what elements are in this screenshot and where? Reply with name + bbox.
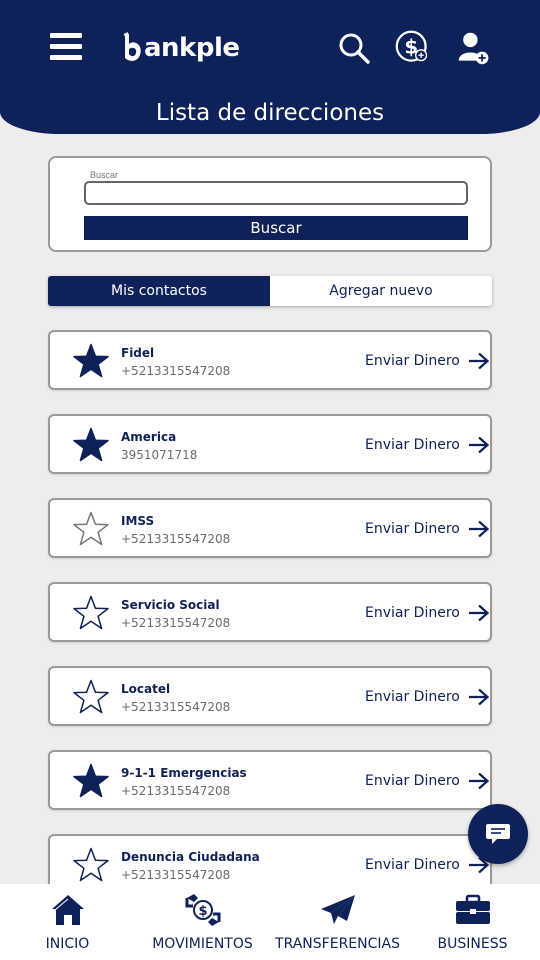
search-input[interactable] bbox=[84, 181, 468, 205]
contact-phone: +5213315547208 bbox=[121, 616, 231, 630]
favorite-star-icon[interactable] bbox=[72, 511, 110, 547]
nav-inicio-label: INICIO bbox=[45, 936, 90, 952]
send-money-label: Enviar Dinero bbox=[365, 773, 460, 789]
contact-name: Servicio Social bbox=[121, 598, 220, 612]
paper-plane-icon bbox=[320, 895, 355, 924]
send-money-button[interactable]: Enviar Dinero bbox=[365, 352, 490, 370]
contact-card[interactable]: Fidel +5213315547208 Enviar Dinero bbox=[48, 330, 492, 390]
tab-mis-contactos[interactable]: Mis contactos bbox=[48, 276, 270, 306]
nav-movimientos[interactable]: $ MOVIMIENTOS bbox=[135, 884, 270, 960]
favorite-star-icon[interactable] bbox=[72, 847, 110, 883]
chat-button[interactable] bbox=[468, 804, 528, 864]
app-header: ankple $ Lista de direcciones bbox=[0, 0, 540, 134]
contact-card[interactable]: IMSS +5213315547208 Enviar Dinero bbox=[48, 498, 492, 558]
contact-tabs: Mis contactos Agregar nuevo bbox=[48, 276, 492, 306]
menu-icon[interactable] bbox=[50, 33, 82, 61]
favorite-star-icon[interactable] bbox=[72, 595, 110, 631]
contact-name: IMSS bbox=[121, 514, 155, 528]
contact-list: Fidel +5213315547208 Enviar Dinero Ameri… bbox=[48, 330, 492, 918]
contact-phone: 3951071718 bbox=[121, 448, 198, 462]
page-title: Lista de direcciones bbox=[155, 100, 385, 126]
nav-movimientos-label: MOVIMIENTOS bbox=[152, 936, 253, 952]
tab-agregar-nuevo[interactable]: Agregar nuevo bbox=[270, 276, 492, 306]
nav-transferencias[interactable]: TRANSFERENCIAS bbox=[270, 884, 405, 960]
send-money-label: Enviar Dinero bbox=[365, 857, 460, 873]
money-exchange-icon: $ bbox=[185, 894, 220, 926]
logo-text: ankple bbox=[144, 33, 240, 63]
contact-phone: +5213315547208 bbox=[121, 868, 231, 882]
favorite-star-icon[interactable] bbox=[72, 427, 110, 463]
contact-card[interactable]: Locatel +5213315547208 Enviar Dinero bbox=[48, 666, 492, 726]
contact-name: 9-1-1 Emergencias bbox=[121, 766, 247, 780]
contact-name: Locatel bbox=[121, 682, 171, 696]
contact-card[interactable]: America 3951071718 Enviar Dinero bbox=[48, 414, 492, 474]
svg-text:$: $ bbox=[198, 904, 207, 919]
arrow-right-icon bbox=[468, 604, 490, 622]
favorite-star-icon[interactable] bbox=[72, 763, 110, 799]
contact-phone: +5213315547208 bbox=[121, 532, 231, 546]
bankple-logo: ankple bbox=[122, 30, 240, 66]
favorite-star-icon[interactable] bbox=[72, 679, 110, 715]
send-money-button[interactable]: Enviar Dinero bbox=[365, 604, 490, 622]
contact-name: Fidel bbox=[121, 346, 155, 360]
send-money-button[interactable]: Enviar Dinero bbox=[365, 520, 490, 538]
send-money-label: Enviar Dinero bbox=[365, 353, 460, 369]
chat-bubble-icon bbox=[486, 824, 510, 844]
home-icon bbox=[51, 895, 84, 925]
contact-phone: +5213315547208 bbox=[121, 784, 231, 798]
send-money-label: Enviar Dinero bbox=[365, 605, 460, 621]
bottom-navigation: INICIO $ MOVIMIENTOS TRANSFERENCIAS BUSI… bbox=[0, 884, 540, 960]
contact-name: America bbox=[121, 430, 177, 444]
user-add-icon[interactable] bbox=[456, 30, 492, 66]
search-label: Buscar bbox=[90, 170, 119, 180]
arrow-right-icon bbox=[468, 436, 490, 454]
arrow-right-icon bbox=[468, 772, 490, 790]
send-money-label: Enviar Dinero bbox=[365, 689, 460, 705]
arrow-right-icon bbox=[468, 352, 490, 370]
search-card: Buscar Buscar bbox=[48, 156, 492, 252]
search-icon[interactable] bbox=[336, 30, 372, 66]
contact-card[interactable]: 9-1-1 Emergencias +5213315547208 Enviar … bbox=[48, 750, 492, 810]
nav-inicio[interactable]: INICIO bbox=[0, 884, 135, 960]
nav-business[interactable]: BUSINESS bbox=[405, 884, 540, 960]
arrow-right-icon bbox=[468, 520, 490, 538]
arrow-right-icon bbox=[468, 688, 490, 706]
contact-phone: +5213315547208 bbox=[121, 364, 231, 378]
contact-phone: +5213315547208 bbox=[121, 700, 231, 714]
send-money-button[interactable]: Enviar Dinero bbox=[365, 436, 490, 454]
send-money-button[interactable]: Enviar Dinero bbox=[365, 688, 490, 706]
send-money-button[interactable]: Enviar Dinero bbox=[365, 856, 490, 874]
briefcase-icon bbox=[455, 894, 490, 924]
send-money-button[interactable]: Enviar Dinero bbox=[365, 772, 490, 790]
send-money-label: Enviar Dinero bbox=[365, 437, 460, 453]
logo-b-mark-icon bbox=[123, 32, 141, 61]
nav-transferencias-label: TRANSFERENCIAS bbox=[275, 936, 400, 952]
nav-business-label: BUSINESS bbox=[437, 936, 508, 952]
search-button[interactable]: Buscar bbox=[84, 216, 468, 240]
favorite-star-icon[interactable] bbox=[72, 343, 110, 379]
dollar-add-icon[interactable]: $ bbox=[395, 30, 431, 66]
contact-name: Denuncia Ciudadana bbox=[121, 850, 260, 864]
send-money-label: Enviar Dinero bbox=[365, 521, 460, 537]
contact-card[interactable]: Servicio Social +5213315547208 Enviar Di… bbox=[48, 582, 492, 642]
